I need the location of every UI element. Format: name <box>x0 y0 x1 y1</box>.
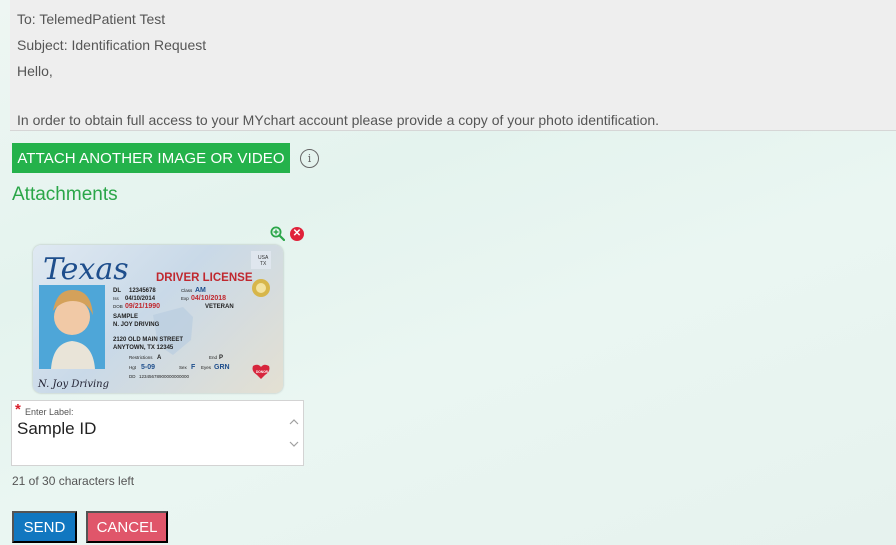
id-eyes-label: Eyes <box>201 365 212 370</box>
send-button[interactable]: SEND <box>12 511 77 543</box>
id-dl: 12345678 <box>129 288 156 294</box>
id-tx: TX <box>260 261 267 267</box>
id-restrictions-label: Restrictions <box>129 355 153 360</box>
message-to: To: TelemedPatient Test <box>17 11 166 27</box>
id-address2: ANYTOWN, TX 12345 <box>113 345 174 351</box>
id-eyes: GRN <box>214 364 230 371</box>
attach-image-button[interactable]: ATTACH ANOTHER IMAGE OR VIDEO <box>12 143 290 173</box>
chevron-down-icon[interactable] <box>289 439 299 449</box>
character-counter: 21 of 30 characters left <box>12 474 135 488</box>
id-end-label: End <box>209 355 218 360</box>
id-iss-label: Iss <box>113 296 120 301</box>
message-subject: Subject: Identification Request <box>17 37 207 53</box>
id-veteran: VETERAN <box>205 304 234 310</box>
message-preview: To: TelemedPatient Test Subject: Identif… <box>10 0 896 131</box>
id-state: Texas <box>43 252 129 287</box>
id-end: P <box>219 355 223 361</box>
id-last-name: SAMPLE <box>113 314 138 320</box>
label-input[interactable]: Sample ID <box>17 419 96 439</box>
id-exp-label: Exp <box>181 296 189 301</box>
id-card-graphic: Texas DRIVER LICENSE USA TX DL 12345678 … <box>37 251 271 390</box>
label-prompt: Enter Label: <box>25 407 74 417</box>
label-field[interactable]: * Enter Label: Sample ID <box>11 400 304 466</box>
id-hgt-label: Hgt <box>129 365 137 370</box>
zoom-in-icon[interactable] <box>270 226 285 241</box>
id-first-name: N. JOY DRIVING <box>113 322 160 328</box>
id-dd-label: DD <box>129 374 136 379</box>
cancel-button[interactable]: CANCEL <box>86 511 168 543</box>
remove-icon[interactable]: ✕ <box>290 227 304 241</box>
required-asterisk: * <box>15 401 21 418</box>
id-address1: 2120 OLD MAIN STREET <box>113 337 183 343</box>
id-type: DRIVER LICENSE <box>156 272 253 284</box>
id-donor: DONOR <box>256 370 269 374</box>
id-class-label: Class <box>181 288 193 293</box>
attachments-heading: Attachments <box>12 184 118 205</box>
id-card-thumbnail: Texas DRIVER LICENSE USA TX DL 12345678 … <box>33 245 283 393</box>
id-sex: F <box>191 364 196 371</box>
chevron-up-icon[interactable] <box>289 417 299 427</box>
id-signature: N. Joy Driving <box>37 379 109 390</box>
id-class: AM <box>195 287 206 294</box>
id-dob-label: DOB <box>113 304 123 309</box>
id-dd: 12345678900000000000 <box>139 374 190 379</box>
id-dob: 09/21/1990 <box>125 303 160 310</box>
id-iss: 04/10/2014 <box>125 296 156 302</box>
id-exp: 04/10/2018 <box>191 295 226 302</box>
message-greeting: Hello, <box>17 63 53 79</box>
id-restrictions: A <box>157 355 162 361</box>
id-dl-label: DL <box>113 288 121 294</box>
id-sex-label: Sex <box>179 365 188 370</box>
message-body: In order to obtain full access to your M… <box>17 112 660 128</box>
id-hgt: 5-09 <box>141 364 155 371</box>
info-icon[interactable]: i <box>300 149 319 168</box>
